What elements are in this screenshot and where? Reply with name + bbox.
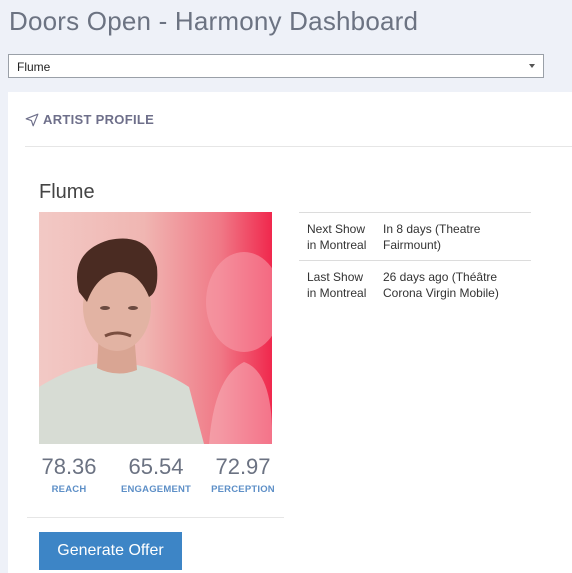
metrics-divider — [27, 517, 284, 518]
generate-offer-button[interactable]: Generate Offer — [39, 532, 182, 570]
metric-label: PERCEPTION — [211, 484, 275, 495]
panel-header-label: ARTIST PROFILE — [43, 112, 155, 127]
header-divider — [25, 146, 572, 147]
panel-header: ARTIST PROFILE — [25, 112, 154, 127]
chevron-down-icon — [529, 64, 535, 68]
next-show-label: Next Show in Montreal — [307, 222, 367, 252]
metric-label: REACH — [51, 484, 87, 495]
metric-label: ENGAGEMENT — [120, 484, 192, 495]
metric-value: 65.54 — [128, 454, 184, 479]
app-title: Doors Open - Harmony Dashboard — [9, 6, 419, 36]
table-row: Last Show in Montreal 26 days ago (Théât… — [299, 260, 531, 309]
artist-select-value: Flume — [17, 60, 51, 74]
artist-name: Flume — [39, 181, 95, 203]
artist-select[interactable]: Flume — [8, 54, 544, 78]
metric-reach: 78.36 REACH — [24, 454, 114, 495]
artist-photo — [39, 212, 272, 444]
metric-perception: 72.97 PERCEPTION — [198, 454, 288, 495]
shows-table: Next Show in Montreal In 8 days (Theatre… — [299, 212, 531, 308]
navigation-arrow-icon — [25, 113, 39, 126]
artist-profile-panel: ARTIST PROFILE Flume 78.36 REACH 65.54 E… — [8, 92, 572, 573]
metric-engagement: 65.54 ENGAGEMENT — [111, 454, 201, 495]
metric-value: 72.97 — [215, 454, 271, 479]
last-show-value: 26 days ago (Théâtre Corona Virgin Mobil… — [383, 270, 499, 300]
last-show-label: Last Show in Montreal — [307, 270, 367, 300]
next-show-value: In 8 days (Theatre Fairmount) — [383, 222, 481, 252]
table-row: Next Show in Montreal In 8 days (Theatre… — [299, 212, 531, 261]
metric-value: 78.36 — [41, 454, 97, 479]
